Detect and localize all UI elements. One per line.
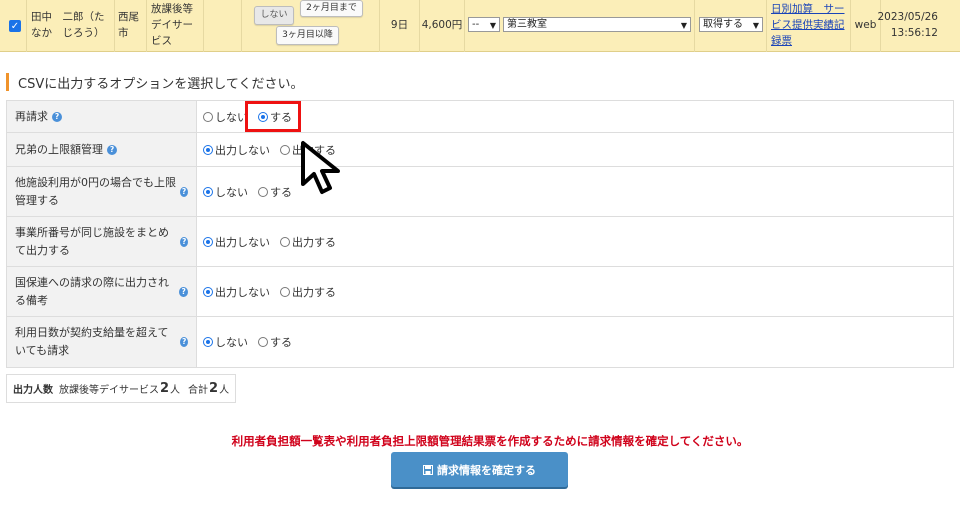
option-label: 事業所番号が同じ施設をまとめて出力する? [7, 217, 197, 266]
timestamp-date: 2023/05/26 [877, 11, 938, 24]
radio-merge-yes[interactable]: 出力する [280, 234, 336, 250]
radio-circle [280, 236, 290, 247]
radio-circle [203, 286, 213, 297]
summary-label: 出力人数 [13, 385, 53, 396]
mouse-cursor-icon [301, 141, 340, 194]
radio-zero-yen-no[interactable]: しない [203, 184, 248, 200]
help-icon[interactable]: ? [180, 337, 188, 347]
save-icon [423, 464, 433, 475]
student-name: 田中 二郎（たなか じろう） [27, 0, 115, 52]
action-select-cell: 取得する ▼ [695, 0, 767, 52]
help-icon[interactable]: ? [180, 186, 188, 197]
summary-service-count: 2 [160, 381, 170, 396]
radio-sibling-no[interactable]: 出力しない [203, 142, 270, 158]
chevron-down-icon: ▼ [680, 21, 687, 30]
radio-remarks-yes[interactable]: 出力する [280, 284, 336, 300]
radio-remarks-no[interactable]: 出力しない [203, 284, 270, 300]
summary-service: 放課後等デイサービス [59, 385, 159, 396]
confirm-notice: 利用者負担額一覧表や利用者負担上限額管理結果票を作成するために請求情報を確定して… [231, 434, 749, 448]
option-row-remarks: 国保連への請求の際に出力される備考? 出力しない 出力する [7, 267, 953, 317]
chevron-down-icon: ▼ [752, 21, 759, 30]
option-label: 国保連への請求の際に出力される備考? [7, 267, 197, 316]
option-row-merge-facility: 事業所番号が同じ施設をまとめて出力する? 出力しない 出力する [7, 217, 953, 267]
daily-record-link[interactable]: 日別加算 サービス提供実績記録票 [771, 2, 846, 49]
radio-zero-yen-yes[interactable]: する [258, 184, 292, 200]
csv-options-title: CSVに出力するオプションを選択してください。 [6, 73, 303, 92]
period-buttons-cell: しない 2ヶ月目まで 3ヶ月目以降 [242, 0, 380, 52]
radio-circle [203, 337, 213, 347]
period-no-button[interactable]: しない [254, 6, 294, 25]
option-choices: しない する [197, 317, 953, 367]
service-type: 放課後等デイサービス [147, 0, 204, 52]
option-choices: しない する [197, 101, 953, 132]
option-row-sibling-limit: 兄弟の上限額管理? 出力しない 出力する [7, 133, 953, 167]
chevron-down-icon: ▼ [489, 21, 496, 30]
row-checkbox-cell[interactable]: ✓ [0, 0, 27, 52]
small-select[interactable]: -- ▼ [468, 17, 500, 32]
summary-unit: 人 [170, 385, 181, 396]
option-label: 再請求? [7, 101, 197, 132]
radio-circle [203, 111, 213, 122]
option-label: 他施設利用が0円の場合でも上限管理する? [7, 167, 197, 216]
record-links-cell: 日別加算 サービス提供実績記録票 [767, 0, 851, 52]
usage-days: 9日 [380, 0, 420, 52]
source-label: web [851, 0, 881, 52]
help-icon[interactable]: ? [180, 236, 188, 247]
radio-exceed-yes[interactable]: する [258, 334, 292, 350]
radio-circle [203, 186, 213, 197]
radio-circle [203, 144, 213, 155]
timestamp: 2023/05/26 13:56:12 [877, 0, 960, 52]
csv-options-table: 再請求? しない する 兄弟の上限額管理? 出力しない 出力する 他施設利用が0… [6, 100, 954, 368]
option-label: 利用日数が契約支給量を超えていても請求? [7, 317, 197, 367]
period-three-months-button[interactable]: 3ヶ月目以降 [276, 26, 339, 45]
option-label: 兄弟の上限額管理? [7, 133, 197, 166]
confirm-billing-button[interactable]: 請求情報を確定する [391, 452, 568, 487]
period-two-months-button[interactable]: 2ヶ月目まで [300, 0, 363, 17]
confirm-billing-label: 請求情報を確定する [437, 463, 536, 477]
help-icon[interactable]: ? [107, 144, 117, 155]
radio-circle [203, 236, 213, 247]
classroom-select-value: 第三教室 [507, 19, 547, 30]
summary-total-count: 2 [209, 381, 219, 396]
radio-merge-no[interactable]: 出力しない [203, 234, 270, 250]
annotation-highlight-box [245, 101, 301, 132]
option-choices: 出力しない 出力する [197, 267, 953, 316]
radio-circle [258, 186, 268, 197]
radio-exceed-no[interactable]: しない [203, 334, 248, 350]
student-row: ✓ 田中 二郎（たなか じろう） 西尾市 放課後等デイサービス しない 2ヶ月目… [0, 0, 960, 52]
usage-amount: 4,600円 [420, 0, 465, 52]
action-select[interactable]: 取得する ▼ [699, 17, 763, 32]
summary-unit: 人 [219, 385, 230, 396]
row-checkbox[interactable]: ✓ [9, 20, 21, 32]
action-select-value: 取得する [703, 19, 743, 30]
help-icon[interactable]: ? [52, 111, 62, 122]
classroom-select-cell: -- ▼ 第三教室 ▼ [465, 0, 695, 52]
radio-circle [258, 337, 268, 347]
option-row-rebill: 再請求? しない する [7, 101, 953, 133]
radio-circle [280, 286, 290, 297]
help-icon[interactable]: ? [179, 286, 188, 297]
radio-circle [280, 144, 290, 155]
small-select-value: -- [472, 19, 480, 30]
summary-total-label: 合計 [188, 385, 209, 396]
option-row-exceed-days: 利用日数が契約支給量を超えていても請求? しない する [7, 317, 953, 367]
classroom-select[interactable]: 第三教室 ▼ [503, 17, 691, 32]
spacer-cell [204, 0, 242, 52]
output-count-summary: 出力人数 放課後等デイサービス 2 人 合計 2 人 [6, 374, 237, 403]
option-choices: 出力しない 出力する [197, 217, 953, 266]
radio-rebill-no[interactable]: しない [203, 109, 248, 125]
student-city: 西尾市 [115, 0, 147, 52]
timestamp-time: 13:56:12 [890, 27, 938, 39]
option-row-zero-yen-limit: 他施設利用が0円の場合でも上限管理する? しない する [7, 167, 953, 217]
